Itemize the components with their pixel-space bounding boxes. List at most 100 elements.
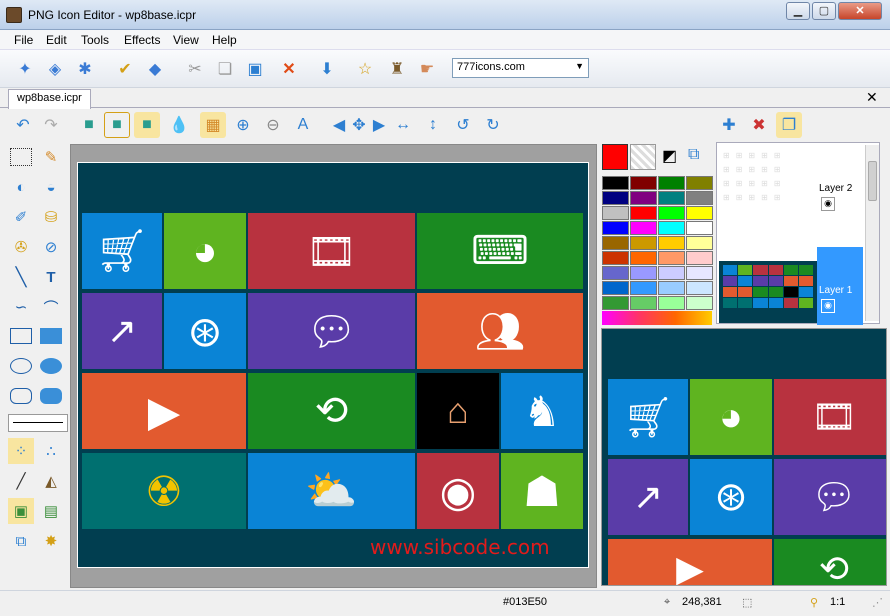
flip-vertical-icon[interactable]: ↕ (420, 112, 446, 138)
palette-swatch[interactable] (686, 221, 713, 235)
palette-swatch[interactable] (630, 221, 657, 235)
brush-icon[interactable]: ✐ (8, 204, 34, 230)
palette-swatch[interactable] (686, 266, 713, 280)
color-picker-icon[interactable]: ⊘ (38, 234, 64, 260)
layers-scrollbar[interactable] (865, 145, 879, 321)
rotate-right-icon[interactable]: ↻ (480, 112, 506, 138)
palette-swatch[interactable] (658, 206, 685, 220)
palette-swatch[interactable] (602, 281, 629, 295)
line-width-selector[interactable] (8, 414, 68, 432)
palette-swatch[interactable] (686, 206, 713, 220)
palette-swatch[interactable] (630, 281, 657, 295)
site-select[interactable]: 777icons.com ▼ (452, 58, 589, 78)
ellipse-icon[interactable] (10, 358, 32, 374)
fill-icon[interactable]: ⛁ (38, 204, 64, 230)
palette-swatch[interactable] (686, 236, 713, 250)
new-icon[interactable]: ✦ (12, 56, 38, 82)
palette-swatch[interactable] (658, 296, 685, 310)
palette-swatch[interactable] (602, 296, 629, 310)
menu-help[interactable]: Help (212, 33, 237, 47)
import-icon[interactable]: ⬇ (314, 56, 340, 82)
swap-colors-icon[interactable]: ◩ (662, 146, 684, 166)
cube-active-icon[interactable]: ■ (134, 112, 160, 138)
palette-swatch[interactable] (630, 236, 657, 250)
curve-icon[interactable]: ∽ (8, 294, 34, 320)
palette-swatch[interactable] (658, 266, 685, 280)
palette-swatch[interactable] (602, 251, 629, 265)
copy-icon[interactable]: ❏ (212, 56, 238, 82)
filled-ellipse-icon[interactable] (40, 358, 62, 374)
wizard-icon[interactable]: ♜ (384, 56, 410, 82)
menu-effects[interactable]: Effects (124, 33, 160, 47)
delete-icon[interactable]: ✕ (276, 56, 302, 82)
pointer-hand-icon[interactable]: ☛ (414, 56, 440, 82)
menu-tools[interactable]: Tools (81, 33, 109, 47)
rotate-left-icon[interactable]: ↺ (450, 112, 476, 138)
primary-color-swatch[interactable] (602, 144, 628, 170)
cube-frame-icon[interactable]: ■ (104, 112, 130, 138)
layer1-thumbnail[interactable] (719, 261, 817, 323)
palette-swatch[interactable] (658, 221, 685, 235)
layers-icon[interactable]: ❐ (776, 112, 802, 138)
close-document-icon[interactable]: ✕ (866, 89, 878, 106)
reset-colors-icon[interactable]: ⧉ (688, 146, 710, 166)
redo-icon[interactable]: ↷ (38, 112, 64, 138)
palette-swatch[interactable] (686, 176, 713, 190)
palette-swatch[interactable] (658, 281, 685, 295)
palette-swatch[interactable] (658, 236, 685, 250)
rounded-rect-icon[interactable] (10, 388, 32, 404)
palette-swatch[interactable] (658, 251, 685, 265)
eraser-icon[interactable]: ◐ (8, 174, 34, 200)
color-gradient-bar[interactable] (602, 311, 712, 325)
cut-icon[interactable]: ✂ (182, 56, 208, 82)
drop-icon[interactable]: 💧 (166, 112, 192, 138)
eraser-alt-icon[interactable]: ◒ (38, 174, 64, 200)
paste-icon[interactable]: ▣ (242, 56, 268, 82)
cubes-icon[interactable]: ⧉ (8, 528, 34, 554)
menu-view[interactable]: View (173, 33, 199, 47)
palette-swatch[interactable] (686, 281, 713, 295)
smudge-icon[interactable]: ╱ (8, 468, 34, 494)
close-button[interactable]: ✕ (838, 2, 882, 20)
move-right-icon[interactable]: ▶ (366, 112, 392, 138)
palette-swatch[interactable] (602, 236, 629, 250)
text-icon[interactable]: T (38, 264, 64, 290)
icon-canvas[interactable]: 🛒︎ ◕ 🎞︎ ⌨ ↗ ⊛ 💬︎ 👥︎ ▶ ⟲ ⌂ ♞ ☢ ⛅ ◉ ☗ www.… (77, 162, 589, 568)
filled-rounded-rect-icon[interactable] (40, 388, 62, 404)
save-as-icon[interactable]: ◆ (142, 56, 168, 82)
layer1-visibility-icon[interactable]: ◉ (821, 299, 835, 313)
rectangle-icon[interactable] (10, 328, 32, 344)
palette-swatch[interactable] (630, 251, 657, 265)
palette-swatch[interactable] (658, 191, 685, 205)
dots-sparse-icon[interactable]: ∴ (38, 438, 64, 464)
palette-swatch[interactable] (686, 296, 713, 310)
palette-swatch[interactable] (630, 266, 657, 280)
menu-file[interactable]: File (14, 33, 33, 47)
stamp-icon[interactable]: ◭ (38, 468, 64, 494)
palette-swatch[interactable] (630, 176, 657, 190)
overlap-alt-icon[interactable]: ▤ (38, 498, 64, 524)
grid-icon[interactable]: ▦ (200, 112, 226, 138)
maximize-button[interactable]: ▢ (812, 2, 836, 20)
zoom-text-icon[interactable]: A (290, 112, 316, 138)
sparkle-icon[interactable]: ✸ (38, 528, 64, 554)
line-icon[interactable]: ╲ (8, 264, 34, 290)
dots-pattern-icon[interactable]: ⁘ (8, 438, 34, 464)
tab-document[interactable]: wp8base.icpr (8, 89, 91, 109)
select-rect-icon[interactable] (10, 148, 32, 166)
pencil-icon[interactable]: ✎ (38, 144, 64, 170)
palette-swatch[interactable] (630, 206, 657, 220)
palette-swatch[interactable] (602, 221, 629, 235)
extract-icon[interactable]: ☆ (352, 56, 378, 82)
palette-swatch[interactable] (658, 176, 685, 190)
open-icon[interactable]: ◈ (42, 56, 68, 82)
secondary-color-swatch[interactable] (630, 144, 656, 170)
layer2-visibility-icon[interactable]: ◉ (821, 197, 835, 211)
palette-swatch[interactable] (630, 191, 657, 205)
palette-swatch[interactable] (602, 266, 629, 280)
palette-swatch[interactable] (630, 296, 657, 310)
layer2-thumbnail[interactable]: ⊞⊞⊞⊞⊞ ⊞⊞⊞⊞⊞ ⊞⊞⊞⊞⊞ ⊞⊞⊞⊞⊞ (719, 145, 817, 261)
palette-swatch[interactable] (686, 191, 713, 205)
minimize-button[interactable]: ▁ (786, 2, 810, 20)
palette-swatch[interactable] (602, 176, 629, 190)
